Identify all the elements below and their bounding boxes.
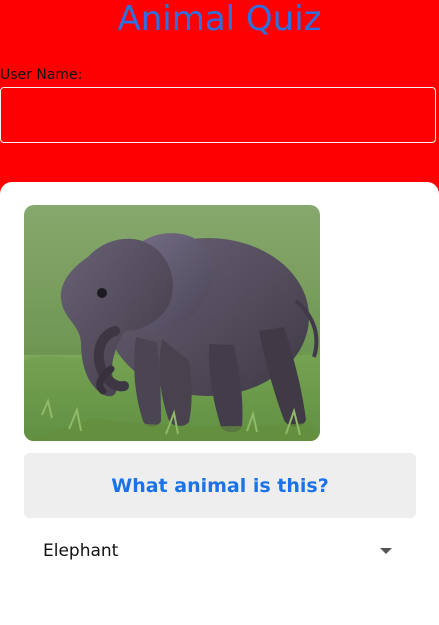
animal-quiz-screen: Animal Quiz User Name: What animal is th… [0,0,439,625]
animal-image [24,205,320,441]
selected-answer: Elephant [43,541,119,561]
quiz-card: What animal is this? Elephant [0,182,439,625]
user-name-input[interactable] [0,87,436,143]
user-name-label: User Name: [0,67,83,83]
page-title: Animal Quiz [117,0,322,39]
elephant-illustration [24,205,320,441]
caret-down-icon [380,548,392,554]
animal-answer-select[interactable]: Elephant [24,530,416,572]
question-box: What animal is this? [24,453,416,518]
question-text: What animal is this? [111,474,329,497]
